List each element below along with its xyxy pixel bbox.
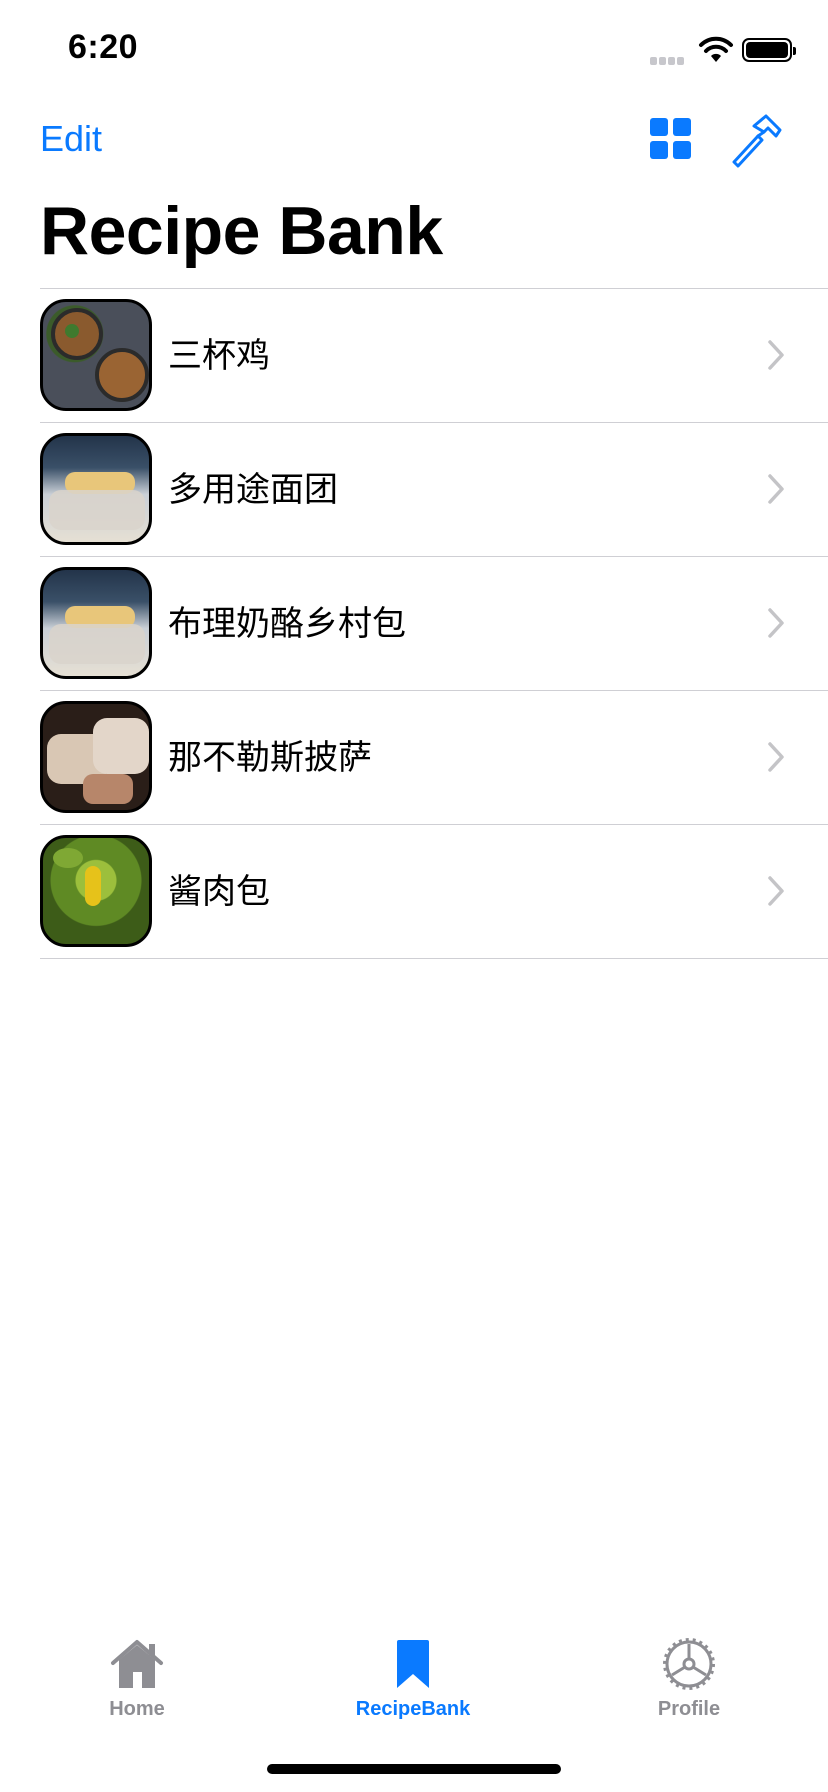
chevron-right-icon <box>768 608 784 638</box>
tab-profile-label: Profile <box>657 1698 721 1720</box>
wifi-icon <box>699 36 733 62</box>
recipe-thumbnail <box>40 701 152 813</box>
gear-icon <box>663 1638 715 1690</box>
recipe-row[interactable]: 布理奶酪乡村包 <box>40 557 828 691</box>
cellular-signal-icon <box>650 52 690 65</box>
status-time: 6:20 <box>68 28 139 66</box>
chevron-right-icon <box>768 742 784 772</box>
status-bar: 6:20 <box>0 0 828 100</box>
chevron-right-icon <box>768 474 784 504</box>
recipe-row[interactable]: 酱肉包 <box>40 825 828 959</box>
tab-recipebank[interactable]: RecipeBank <box>323 1616 503 1726</box>
recipe-row[interactable]: 多用途面团 <box>40 423 828 557</box>
recipe-bank-screen: 6:20 Edit Recipe Bank 三杯鸡 多用途面团 布理奶酪乡村包 … <box>0 0 828 1792</box>
recipe-row[interactable]: 那不勒斯披萨 <box>40 691 828 825</box>
home-icon <box>111 1640 163 1688</box>
recipe-thumbnail <box>40 299 152 411</box>
recipe-name: 多用途面团 <box>168 470 338 510</box>
hammer-icon[interactable] <box>728 112 784 168</box>
recipe-list: 三杯鸡 多用途面团 布理奶酪乡村包 那不勒斯披萨 酱肉包 <box>40 288 828 959</box>
home-indicator <box>267 1764 561 1774</box>
tab-bar: Home RecipeBank Profile <box>0 1616 828 1726</box>
recipe-name: 那不勒斯披萨 <box>168 738 372 778</box>
recipe-row[interactable]: 三杯鸡 <box>40 289 828 423</box>
battery-icon <box>742 38 796 62</box>
recipe-thumbnail <box>40 433 152 545</box>
recipe-name: 三杯鸡 <box>168 336 270 376</box>
chevron-right-icon <box>768 340 784 370</box>
edit-button[interactable]: Edit <box>40 118 102 160</box>
recipe-thumbnail <box>40 835 152 947</box>
tab-recipebank-label: RecipeBank <box>355 1698 471 1720</box>
bookmark-icon <box>397 1640 429 1688</box>
grid-icon[interactable] <box>650 118 692 160</box>
recipe-thumbnail <box>40 567 152 679</box>
page-title: Recipe Bank <box>40 193 443 269</box>
tab-home-label: Home <box>109 1698 165 1720</box>
recipe-name: 布理奶酪乡村包 <box>168 604 406 644</box>
tab-profile[interactable]: Profile <box>599 1616 779 1726</box>
recipe-name: 酱肉包 <box>168 872 270 912</box>
tab-home[interactable]: Home <box>47 1616 227 1726</box>
chevron-right-icon <box>768 876 784 906</box>
